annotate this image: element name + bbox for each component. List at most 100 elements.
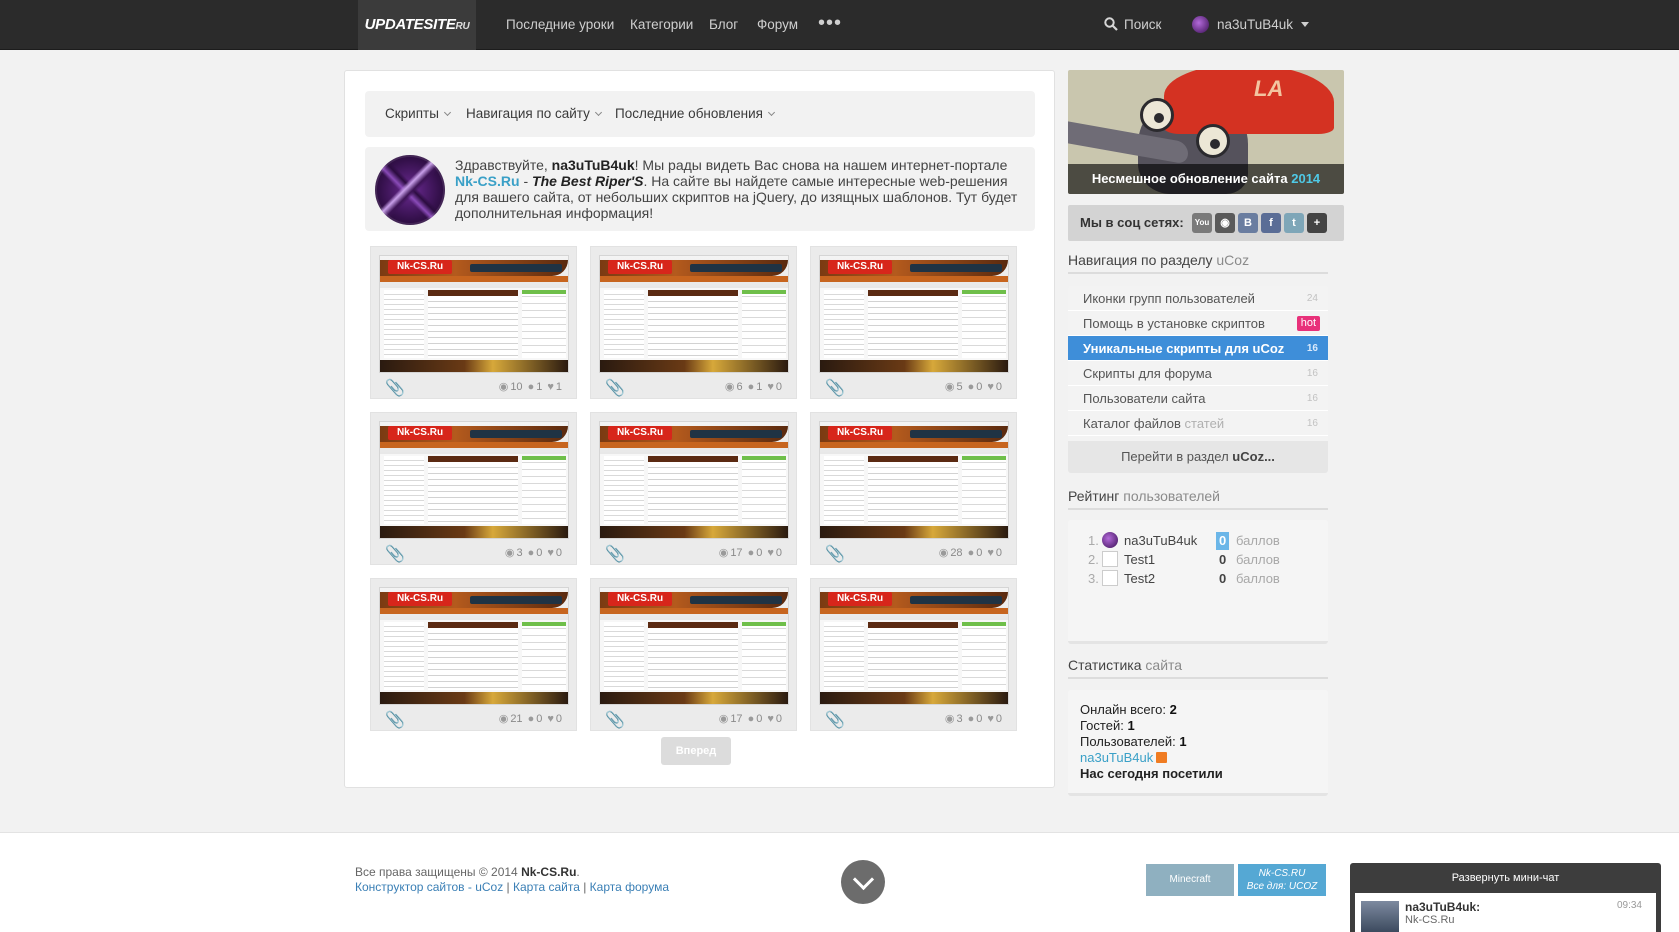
rating-username: Test1 xyxy=(1124,552,1156,567)
paperclip-icon[interactable]: 📎 xyxy=(825,378,845,398)
card-thumbnail[interactable]: Nk-CS.Ru xyxy=(379,421,569,539)
stats-user-link[interactable]: na3uTuB4uk xyxy=(1080,750,1168,766)
script-card[interactable]: Nk-CS.Ru 📎 ◉ 10 ● 1 ♥ 1 xyxy=(370,246,577,399)
scroll-down-icon[interactable] xyxy=(841,860,885,904)
category-item[interactable]: Каталог файлов статей 16 xyxy=(1068,411,1328,436)
footer-link-forum-map[interactable]: Карта форума xyxy=(590,880,669,894)
script-card[interactable]: Nk-CS.Ru 📎 ◉ 3 ● 0 ♥ 0 xyxy=(370,412,577,565)
nav-categories[interactable]: Категории xyxy=(630,0,693,50)
facebook-icon[interactable]: f xyxy=(1261,213,1281,233)
paperclip-icon[interactable]: 📎 xyxy=(605,544,625,564)
paperclip-icon[interactable]: 📎 xyxy=(605,378,625,398)
heart-icon[interactable]: ♥ xyxy=(547,379,554,395)
twitter-icon[interactable]: t xyxy=(1284,213,1304,233)
promo-eye xyxy=(1140,98,1174,132)
comment-icon: ● xyxy=(967,713,975,725)
minecraft-banner[interactable]: Minecraft xyxy=(1146,864,1234,896)
mini-chat-expand-button[interactable]: Развернуть мини-чат xyxy=(1350,863,1661,893)
welcome-site-link[interactable]: Nk-CS.Ru xyxy=(455,173,520,189)
card-thumbnail[interactable]: Nk-CS.Ru xyxy=(819,587,1009,705)
thumb-tabbar xyxy=(910,264,1002,272)
card-meta: 📎 ◉ 21 ● 0 ♥ 0 xyxy=(371,709,576,729)
card-meta: 📎 ◉ 17 ● 0 ♥ 0 xyxy=(591,543,796,563)
plus-icon[interactable]: + xyxy=(1307,213,1327,233)
card-thumbnail[interactable]: Nk-CS.Ru xyxy=(819,255,1009,373)
card-thumbnail[interactable]: Nk-CS.Ru xyxy=(819,421,1009,539)
thumb-main-column xyxy=(868,290,958,358)
heart-icon[interactable]: ♥ xyxy=(987,545,994,561)
stats-visited: Нас сегодня посетили xyxy=(1080,766,1223,781)
heart-icon[interactable]: ♥ xyxy=(767,545,774,561)
heart-icon[interactable]: ♥ xyxy=(987,379,994,395)
site-logo[interactable]: UPDATESITERU xyxy=(358,0,476,50)
user-menu[interactable]: na3uTuB4uk xyxy=(1192,0,1310,50)
rating-row[interactable]: 2. Test1 0 баллов xyxy=(1088,551,1318,569)
thumb-main-column xyxy=(428,622,518,690)
comments-count: 0 xyxy=(976,713,983,725)
thumb-right-column xyxy=(742,622,786,690)
welcome-part1: ! Мы рады видеть Вас снова на нашем инте… xyxy=(634,157,1008,173)
script-card[interactable]: Nk-CS.Ru 📎 ◉ 5 ● 0 ♥ 0 xyxy=(810,246,1017,399)
footer-link-ucoz[interactable]: Конструктор сайтов - uCoz xyxy=(355,880,503,894)
search-button[interactable]: Поиск xyxy=(1104,0,1161,50)
subnav-scripts[interactable]: Скрипты xyxy=(385,91,451,137)
card-thumbnail[interactable]: Nk-CS.Ru xyxy=(379,255,569,373)
heart-icon[interactable]: ♥ xyxy=(987,711,994,727)
paperclip-icon[interactable]: 📎 xyxy=(825,710,845,730)
instagram-icon[interactable]: ◉ xyxy=(1215,213,1235,233)
nav-forum[interactable]: Форум xyxy=(757,0,798,50)
script-card[interactable]: Nk-CS.Ru 📎 ◉ 3 ● 0 ♥ 0 xyxy=(810,578,1017,731)
heart-icon[interactable]: ♥ xyxy=(547,545,554,561)
subnav-scripts-label: Скрипты xyxy=(385,106,439,121)
thumb-main-column xyxy=(428,290,518,358)
thumb-left-column xyxy=(604,290,644,358)
category-item[interactable]: Иконки групп пользователей 24 xyxy=(1068,286,1328,311)
paperclip-icon[interactable]: 📎 xyxy=(385,378,405,398)
thumb-footer xyxy=(380,692,568,704)
category-item[interactable]: Помощь в установке скриптов hot xyxy=(1068,311,1328,336)
subnav-latest-updates[interactable]: Последние обновления xyxy=(615,91,775,137)
youtube-icon[interactable]: You xyxy=(1192,213,1212,233)
search-label: Поиск xyxy=(1124,17,1162,32)
script-card[interactable]: Nk-CS.Ru 📎 ◉ 17 ● 0 ♥ 0 xyxy=(590,412,797,565)
paperclip-icon[interactable]: 📎 xyxy=(385,544,405,564)
card-thumbnail[interactable]: Nk-CS.Ru xyxy=(599,255,789,373)
script-card[interactable]: Nk-CS.Ru 📎 ◉ 17 ● 0 ♥ 0 xyxy=(590,578,797,731)
subnav-site-navigation[interactable]: Навигация по сайту xyxy=(466,91,602,137)
paperclip-icon[interactable]: 📎 xyxy=(825,544,845,564)
thumb-left-column xyxy=(604,622,644,690)
likes-count: 0 xyxy=(775,547,782,559)
card-thumbnail[interactable]: Nk-CS.Ru xyxy=(599,587,789,705)
nav-blog[interactable]: Блог xyxy=(709,0,738,50)
card-thumbnail[interactable]: Nk-CS.Ru xyxy=(599,421,789,539)
category-item[interactable]: Скрипты для форума 16 xyxy=(1068,361,1328,386)
next-page-button[interactable]: Вперед xyxy=(661,737,731,765)
heart-icon[interactable]: ♥ xyxy=(547,711,554,727)
script-card[interactable]: Nk-CS.Ru 📎 ◉ 21 ● 0 ♥ 0 xyxy=(370,578,577,731)
thumb-left-column xyxy=(384,622,424,690)
nav-latest-lessons[interactable]: Последние уроки xyxy=(506,0,614,50)
section-title-rating: Рейтинг пользователей xyxy=(1068,488,1328,510)
vk-icon[interactable]: В xyxy=(1238,213,1258,233)
paperclip-icon[interactable]: 📎 xyxy=(385,710,405,730)
category-item[interactable]: Пользователи сайта 16 xyxy=(1068,386,1328,411)
rating-row[interactable]: 3. Test2 0 баллов xyxy=(1088,570,1318,588)
heart-icon[interactable]: ♥ xyxy=(767,711,774,727)
script-card[interactable]: Nk-CS.Ru 📎 ◉ 28 ● 0 ♥ 0 xyxy=(810,412,1017,565)
card-thumbnail[interactable]: Nk-CS.Ru xyxy=(379,587,569,705)
category-item-active[interactable]: Уникальные скрипты для uCoz 16 xyxy=(1068,336,1328,361)
script-card[interactable]: Nk-CS.Ru 📎 ◉ 6 ● 1 ♥ 0 xyxy=(590,246,797,399)
welcome-greeting: Здравствуйте, xyxy=(455,157,552,173)
footer-link-sitemap[interactable]: Карта сайта xyxy=(513,880,580,894)
go-to-section-button[interactable]: Перейти в раздел uCoz... xyxy=(1068,441,1328,473)
section-title-navigation: Навигация по разделу uCoz xyxy=(1068,252,1328,274)
heart-icon[interactable]: ♥ xyxy=(767,379,774,395)
rating-row[interactable]: 1. na3uTuB4uk 0 баллов xyxy=(1088,532,1318,550)
thumb-left-column xyxy=(384,456,424,524)
views-count: 5 xyxy=(956,381,963,393)
chat-text: Nk-CS.Ru xyxy=(1405,914,1455,926)
nk-cs-banner[interactable]: Nk-CS.RU Все для: UCOZ xyxy=(1238,864,1326,896)
more-menu-icon[interactable]: ••• xyxy=(818,0,842,50)
paperclip-icon[interactable]: 📎 xyxy=(605,710,625,730)
promo-banner[interactable]: LA Несмешное обновление сайта 2014 xyxy=(1068,70,1344,194)
